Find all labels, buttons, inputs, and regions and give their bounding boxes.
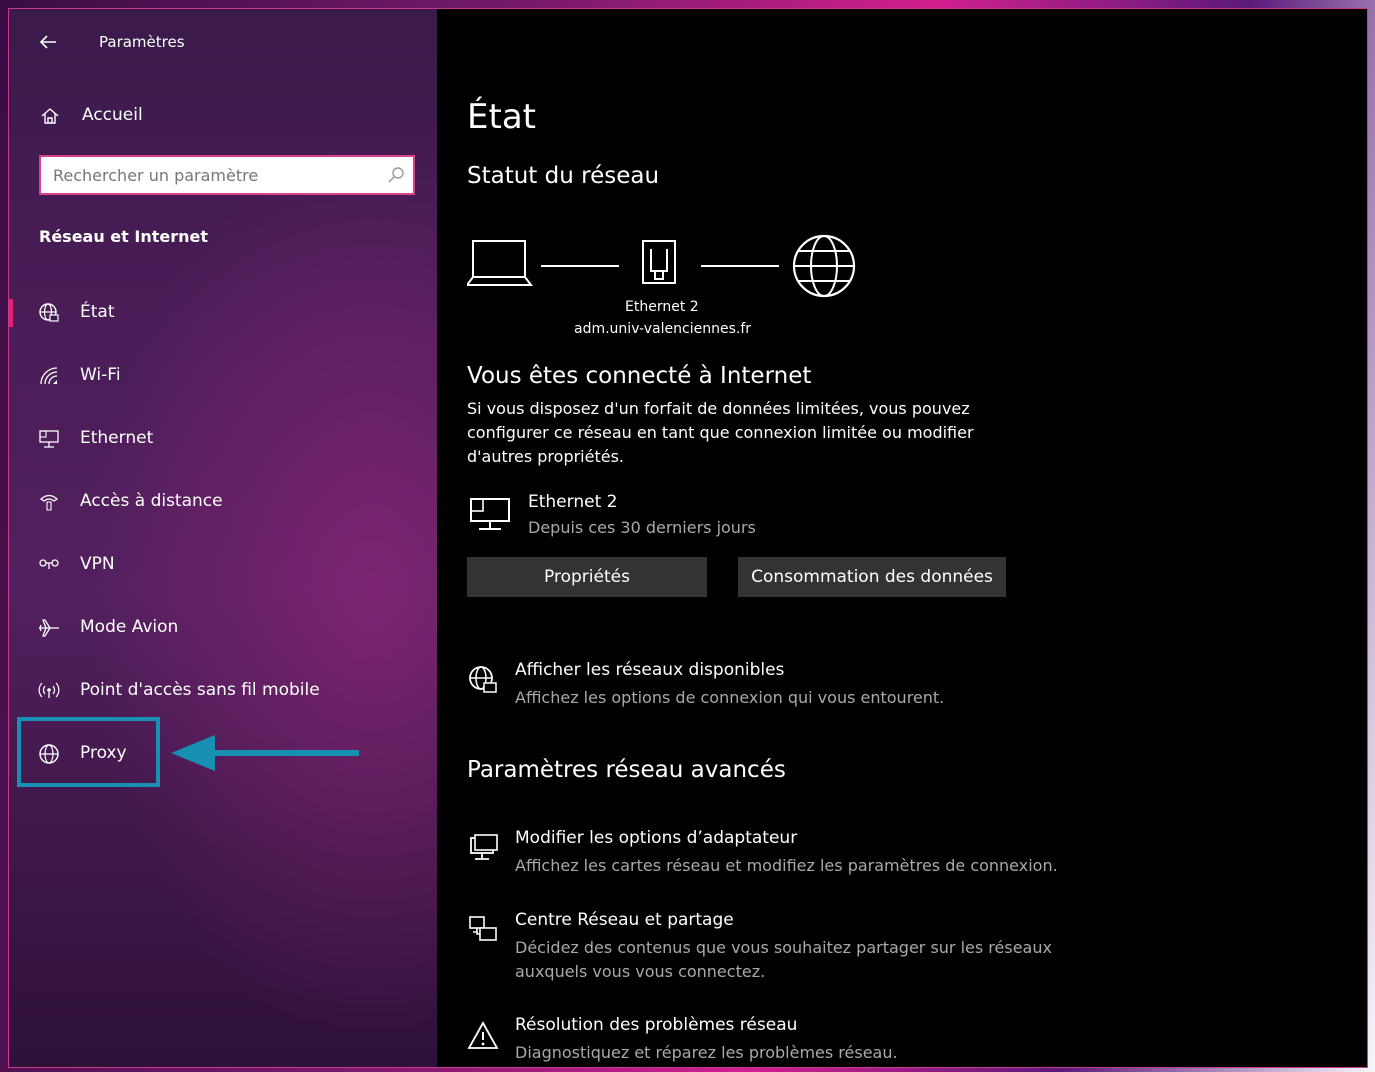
home-icon[interactable] (39, 105, 61, 127)
data-usage-button[interactable]: Consommation des données (738, 557, 1006, 597)
ethernet-port-icon (642, 240, 676, 284)
adapter-name: Ethernet 2 (528, 492, 618, 512)
link-title: Résolution des problèmes réseau (515, 1015, 798, 1035)
network-diagram (467, 234, 856, 298)
connected-heading: Vous êtes connecté à Internet (467, 363, 812, 389)
proxy-highlight-box (17, 717, 160, 787)
ethernet-adapter-icon (470, 498, 510, 530)
settings-window: Paramètres Accueil Réseau et Internet Ét… (8, 8, 1368, 1068)
advanced-settings-heading: Paramètres réseau avancés (467, 757, 786, 783)
adapter-options-link[interactable]: Modifier les options d’adaptateur Affich… (467, 828, 1107, 880)
sidebar-item-label: Accès à distance (80, 491, 223, 511)
sidebar-item-label: Wi-Fi (80, 365, 121, 385)
sidebar-item-ethernet[interactable]: Ethernet (9, 414, 437, 464)
app-title: Paramètres (99, 33, 185, 51)
properties-button[interactable]: Propriétés (467, 557, 707, 597)
search-input[interactable] (39, 155, 415, 195)
link-description: Affichez les options de connexion qui vo… (515, 688, 945, 707)
network-status-heading: Statut du réseau (467, 163, 660, 189)
sidebar-item-label: Point d'accès sans fil mobile (80, 680, 320, 700)
ethernet-icon (39, 430, 59, 448)
adapter-period: Depuis ces 30 derniers jours (528, 518, 756, 537)
main-panel: État Statut du réseau Ethernet 2 adm.uni… (437, 9, 1367, 1067)
vpn-icon (39, 559, 59, 569)
globe-status-icon (39, 303, 59, 322)
search-icon[interactable] (387, 166, 405, 184)
link-description: Affichez les cartes réseau et modifiez l… (515, 856, 1058, 875)
link-title: Centre Réseau et partage (515, 910, 734, 930)
show-networks-link[interactable]: Afficher les réseaux disponibles Affiche… (467, 660, 1107, 712)
back-arrow-icon[interactable] (37, 31, 59, 53)
diagram-adapter-label: Ethernet 2 (625, 299, 699, 315)
network-troubleshooter-link[interactable]: Résolution des problèmes réseau Diagnost… (467, 1015, 1107, 1067)
wifi-icon (40, 367, 58, 385)
sidebar-item-mode-avion[interactable]: Mode Avion (9, 603, 437, 653)
airplane-icon (39, 619, 59, 637)
sidebar-item-label: État (80, 302, 115, 322)
network-sharing-center-link[interactable]: Centre Réseau et partage Décidez des con… (467, 910, 1107, 986)
sidebar-item-wifi[interactable]: Wi-Fi (9, 351, 437, 401)
network-sharing-icon (469, 916, 497, 941)
pointer-arrow-icon (171, 735, 359, 771)
laptop-icon (467, 240, 533, 286)
warning-icon (467, 1021, 499, 1049)
sidebar-item-hotspot[interactable]: Point d'accès sans fil mobile (9, 666, 437, 716)
sidebar-item-acces-distance[interactable]: Accès à distance (9, 477, 437, 527)
home-link[interactable]: Accueil (82, 105, 143, 125)
link-title: Modifier les options d’adaptateur (515, 828, 798, 848)
section-heading: Réseau et Internet (39, 227, 208, 246)
sidebar: Paramètres Accueil Réseau et Internet Ét… (9, 9, 437, 1067)
diagram-domain-label: adm.univ-valenciennes.fr (574, 321, 752, 337)
adapter-icon (470, 834, 498, 860)
globe-status-icon (469, 666, 497, 693)
sidebar-item-label: VPN (80, 554, 115, 574)
link-description: Diagnostiquez et réparez les problèmes r… (515, 1043, 898, 1062)
link-title: Afficher les réseaux disponibles (515, 660, 785, 680)
dialup-icon (40, 494, 58, 511)
hotspot-icon (38, 682, 60, 698)
page-title: État (467, 97, 536, 137)
sidebar-item-label: Mode Avion (80, 617, 179, 637)
sidebar-item-etat[interactable]: État (9, 288, 437, 338)
internet-globe-icon (792, 234, 856, 298)
link-description: Décidez des contenus que vous souhaitez … (515, 938, 1052, 981)
active-indicator (9, 299, 13, 327)
sidebar-item-label: Ethernet (80, 428, 154, 448)
connected-description: Si vous disposez d'un forfait de données… (467, 399, 974, 466)
sidebar-item-vpn[interactable]: VPN (9, 540, 437, 590)
